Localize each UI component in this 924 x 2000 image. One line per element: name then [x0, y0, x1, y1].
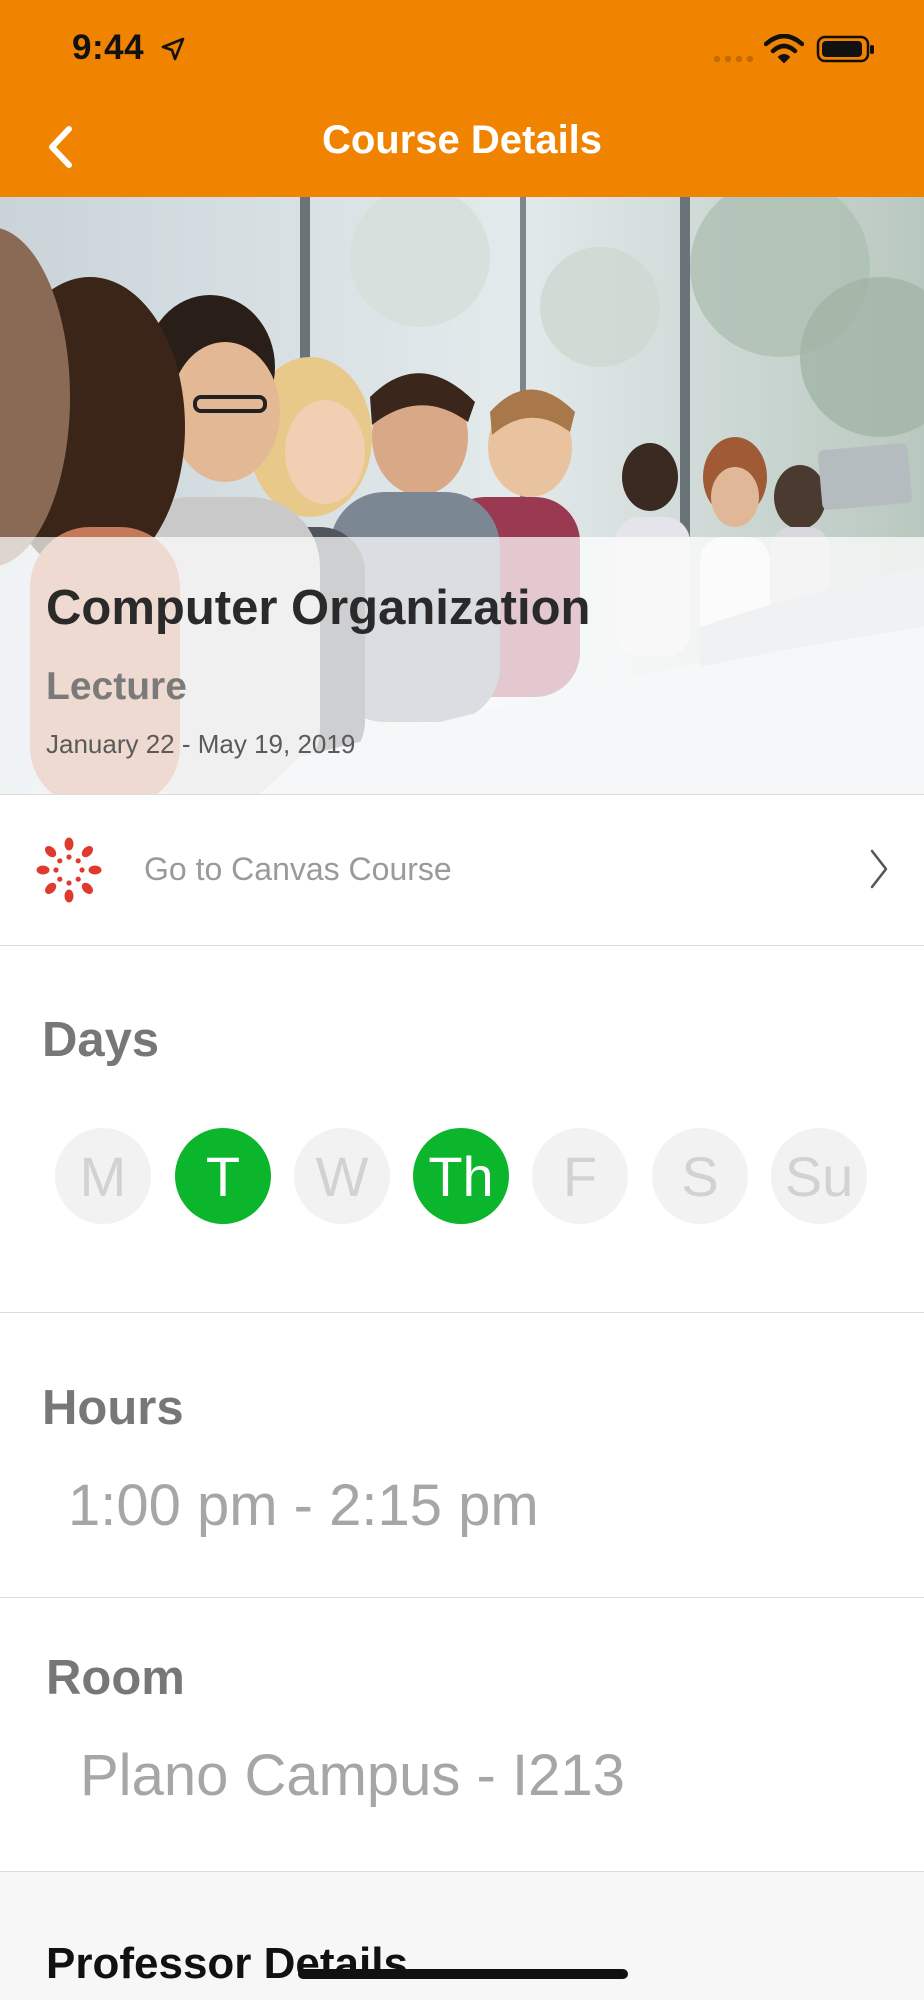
- location-arrow-icon: [161, 37, 185, 61]
- page-title: Course Details: [321, 118, 603, 162]
- room-heading: Room: [46, 1651, 185, 1705]
- home-indicator[interactable]: [298, 1969, 628, 1979]
- battery-icon: [816, 35, 874, 63]
- status-time: 9:44: [72, 28, 145, 67]
- canvas-link-label: Go to Canvas Course: [144, 851, 452, 887]
- day-wednesday[interactable]: W: [294, 1128, 390, 1224]
- course-dates: January 22 - May 19, 2019: [46, 729, 356, 759]
- day-saturday[interactable]: S: [652, 1128, 748, 1224]
- day-sunday[interactable]: Su: [771, 1128, 867, 1224]
- section-divider: [0, 1312, 924, 1313]
- days-heading: Days: [42, 1013, 160, 1067]
- hours-heading: Hours: [42, 1381, 184, 1435]
- course-title: Computer Organization: [46, 581, 591, 635]
- hours-value: 1:00 pm - 2:15 pm: [68, 1473, 539, 1538]
- days-selector: M T W Th F S Su: [55, 1128, 875, 1224]
- navigation-header: 9:44 Course Details: [0, 0, 924, 197]
- course-type: Lecture: [46, 665, 187, 708]
- room-value: Plano Campus - I213: [80, 1743, 625, 1808]
- professor-section: Professor Details: [0, 1871, 924, 2000]
- day-friday[interactable]: F: [532, 1128, 628, 1224]
- day-tuesday[interactable]: T: [175, 1128, 271, 1224]
- course-hero: Computer Organization Lecture January 22…: [0, 197, 924, 794]
- canvas-logo-icon: [36, 837, 102, 903]
- wifi-icon: [764, 34, 804, 63]
- chevron-right-icon: [870, 849, 888, 889]
- cellular-signal-icon: [713, 55, 754, 63]
- go-to-canvas-row[interactable]: Go to Canvas Course: [0, 794, 924, 946]
- section-divider: [0, 1597, 924, 1598]
- day-monday[interactable]: M: [55, 1128, 151, 1224]
- section-divider: [0, 1871, 924, 1872]
- day-thursday[interactable]: Th: [413, 1128, 509, 1224]
- professor-details-heading: Professor Details: [46, 1939, 408, 1988]
